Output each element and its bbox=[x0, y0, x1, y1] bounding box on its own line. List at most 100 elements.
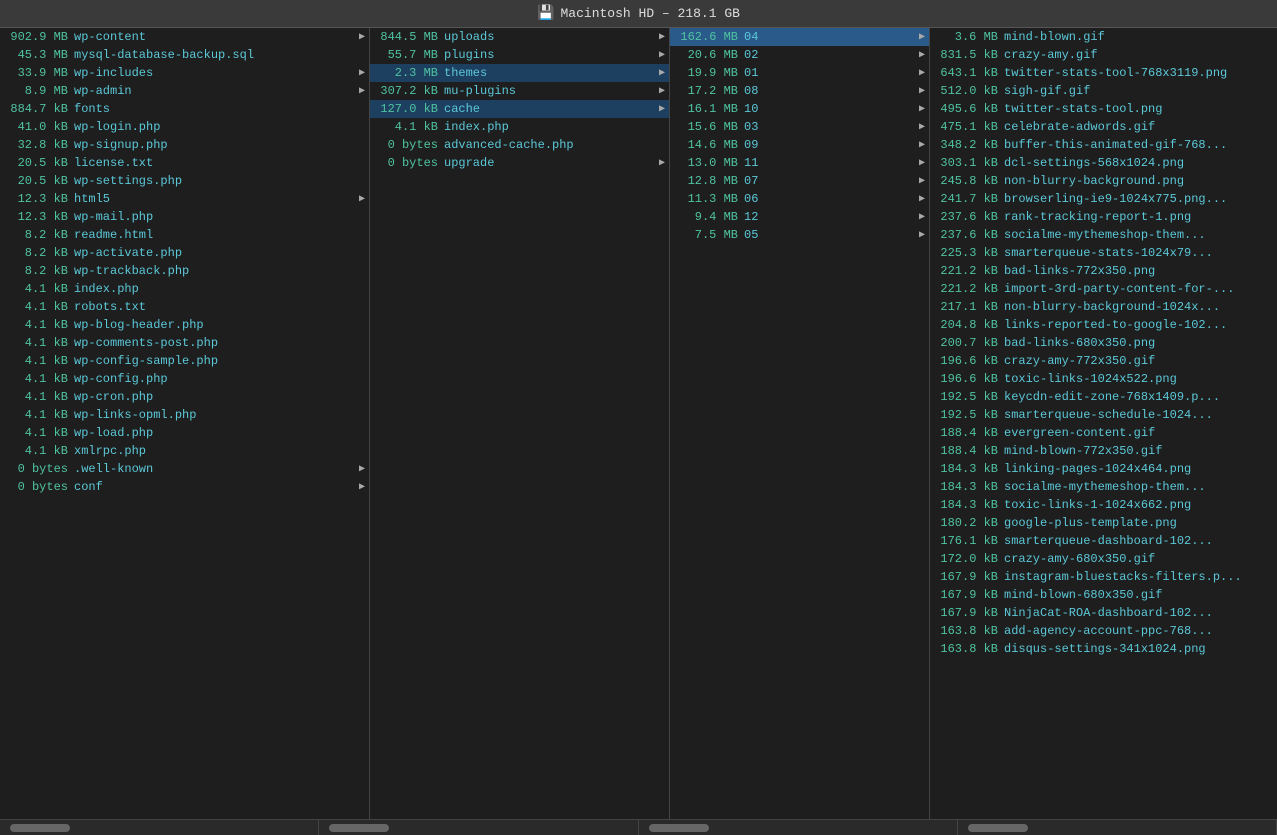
file-row[interactable]: 167.9 kBmind-blown-680x350.gif bbox=[930, 586, 1277, 604]
file-row[interactable]: 221.2 kBimport-3rd-party-content-for-... bbox=[930, 280, 1277, 298]
file-row[interactable]: 11.3 MB06▶ bbox=[670, 190, 929, 208]
file-row[interactable]: 14.6 MB09▶ bbox=[670, 136, 929, 154]
file-row[interactable]: 176.1 kBsmarterqueue-dashboard-102... bbox=[930, 532, 1277, 550]
file-row[interactable]: 884.7 kBfonts bbox=[0, 100, 369, 118]
file-row[interactable]: 4.1 kBwp-links-opml.php bbox=[0, 406, 369, 424]
file-row[interactable]: 4.1 kBwp-load.php bbox=[0, 424, 369, 442]
file-row[interactable]: 844.5 MBuploads▶ bbox=[370, 28, 669, 46]
file-row[interactable]: 33.9 MBwp-includes▶ bbox=[0, 64, 369, 82]
file-row[interactable]: 20.5 kBwp-settings.php bbox=[0, 172, 369, 190]
scrollbar-track-2[interactable] bbox=[319, 820, 638, 835]
file-row[interactable]: 192.5 kBsmarterqueue-schedule-1024... bbox=[930, 406, 1277, 424]
file-row[interactable]: 4.1 kBwp-comments-post.php bbox=[0, 334, 369, 352]
expand-arrow-icon[interactable]: ▶ bbox=[359, 67, 365, 79]
file-row[interactable]: 4.1 kBindex.php bbox=[0, 280, 369, 298]
file-row[interactable]: 4.1 kBrobots.txt bbox=[0, 298, 369, 316]
expand-arrow-icon[interactable]: ▶ bbox=[919, 193, 925, 205]
file-row[interactable]: 12.3 kBwp-mail.php bbox=[0, 208, 369, 226]
expand-arrow-icon[interactable]: ▶ bbox=[919, 49, 925, 61]
expand-arrow-icon[interactable]: ▶ bbox=[919, 31, 925, 43]
file-row[interactable]: 237.6 kBsocialme-mythemeshop-them... bbox=[930, 226, 1277, 244]
file-row[interactable]: 2.3 MBthemes▶ bbox=[370, 64, 669, 82]
expand-arrow-icon[interactable]: ▶ bbox=[659, 157, 665, 169]
file-row[interactable]: 196.6 kBcrazy-amy-772x350.gif bbox=[930, 352, 1277, 370]
file-row[interactable]: 204.8 kBlinks-reported-to-google-102... bbox=[930, 316, 1277, 334]
expand-arrow-icon[interactable]: ▶ bbox=[919, 85, 925, 97]
scrollbar-track-4[interactable] bbox=[958, 820, 1277, 835]
file-row[interactable]: 167.9 kBinstagram-bluestacks-filters.p..… bbox=[930, 568, 1277, 586]
scrollbar-track-3[interactable] bbox=[639, 820, 958, 835]
expand-arrow-icon[interactable]: ▶ bbox=[919, 229, 925, 241]
expand-arrow-icon[interactable]: ▶ bbox=[919, 103, 925, 115]
expand-arrow-icon[interactable]: ▶ bbox=[919, 211, 925, 223]
file-row[interactable]: 0 bytes.well-known▶ bbox=[0, 460, 369, 478]
file-row[interactable]: 17.2 MB08▶ bbox=[670, 82, 929, 100]
file-row[interactable]: 643.1 kBtwitter-stats-tool-768x3119.png bbox=[930, 64, 1277, 82]
file-row[interactable]: 162.6 MB04▶ bbox=[670, 28, 929, 46]
file-row[interactable]: 0 bytesupgrade▶ bbox=[370, 154, 669, 172]
file-row[interactable]: 8.9 MBwp-admin▶ bbox=[0, 82, 369, 100]
expand-arrow-icon[interactable]: ▶ bbox=[359, 463, 365, 475]
file-row[interactable]: 55.7 MBplugins▶ bbox=[370, 46, 669, 64]
file-row[interactable]: 9.4 MB12▶ bbox=[670, 208, 929, 226]
file-row[interactable]: 0 bytesconf▶ bbox=[0, 478, 369, 496]
file-row[interactable]: 8.2 kBreadme.html bbox=[0, 226, 369, 244]
expand-arrow-icon[interactable]: ▶ bbox=[919, 67, 925, 79]
file-row[interactable]: 3.6 MBmind-blown.gif bbox=[930, 28, 1277, 46]
file-row[interactable]: 20.5 kBlicense.txt bbox=[0, 154, 369, 172]
file-row[interactable]: 221.2 kBbad-links-772x350.png bbox=[930, 262, 1277, 280]
file-row[interactable]: 4.1 kBwp-blog-header.php bbox=[0, 316, 369, 334]
file-row[interactable]: 4.1 kBwp-config-sample.php bbox=[0, 352, 369, 370]
expand-arrow-icon[interactable]: ▶ bbox=[659, 67, 665, 79]
expand-arrow-icon[interactable]: ▶ bbox=[659, 31, 665, 43]
file-row[interactable]: 512.0 kBsigh-gif.gif bbox=[930, 82, 1277, 100]
file-row[interactable]: 4.1 kBxmlrpc.php bbox=[0, 442, 369, 460]
expand-arrow-icon[interactable]: ▶ bbox=[919, 175, 925, 187]
file-row[interactable]: 200.7 kBbad-links-680x350.png bbox=[930, 334, 1277, 352]
file-row[interactable]: 475.1 kBcelebrate-adwords.gif bbox=[930, 118, 1277, 136]
expand-arrow-icon[interactable]: ▶ bbox=[919, 157, 925, 169]
file-row[interactable]: 12.8 MB07▶ bbox=[670, 172, 929, 190]
expand-arrow-icon[interactable]: ▶ bbox=[359, 31, 365, 43]
file-row[interactable]: 32.8 kBwp-signup.php bbox=[0, 136, 369, 154]
file-row[interactable]: 163.8 kBadd-agency-account-ppc-768... bbox=[930, 622, 1277, 640]
file-row[interactable]: 4.1 kBwp-config.php bbox=[0, 370, 369, 388]
file-row[interactable]: 19.9 MB01▶ bbox=[670, 64, 929, 82]
file-row[interactable]: 163.8 kBdisqus-settings-341x1024.png bbox=[930, 640, 1277, 658]
expand-arrow-icon[interactable]: ▶ bbox=[359, 193, 365, 205]
file-row[interactable]: 217.1 kBnon-blurry-background-1024x... bbox=[930, 298, 1277, 316]
file-row[interactable]: 8.2 kBwp-trackback.php bbox=[0, 262, 369, 280]
expand-arrow-icon[interactable]: ▶ bbox=[659, 49, 665, 61]
file-row[interactable]: 13.0 MB11▶ bbox=[670, 154, 929, 172]
file-row[interactable]: 15.6 MB03▶ bbox=[670, 118, 929, 136]
file-row[interactable]: 16.1 MB10▶ bbox=[670, 100, 929, 118]
file-row[interactable]: 0 bytesadvanced-cache.php bbox=[370, 136, 669, 154]
file-row[interactable]: 902.9 MBwp-content▶ bbox=[0, 28, 369, 46]
expand-arrow-icon[interactable]: ▶ bbox=[919, 139, 925, 151]
expand-arrow-icon[interactable]: ▶ bbox=[359, 481, 365, 493]
scrollbar-area[interactable] bbox=[0, 819, 1277, 835]
file-row[interactable]: 45.3 MBmysql-database-backup.sql bbox=[0, 46, 369, 64]
file-row[interactable]: 307.2 kBmu-plugins▶ bbox=[370, 82, 669, 100]
file-row[interactable]: 348.2 kBbuffer-this-animated-gif-768... bbox=[930, 136, 1277, 154]
file-row[interactable]: 12.3 kBhtml5▶ bbox=[0, 190, 369, 208]
scrollbar-track-1[interactable] bbox=[0, 820, 319, 835]
file-row[interactable]: 8.2 kBwp-activate.php bbox=[0, 244, 369, 262]
file-row[interactable]: 225.3 kBsmarterqueue-stats-1024x79... bbox=[930, 244, 1277, 262]
file-row[interactable]: 184.3 kBsocialme-mythemeshop-them... bbox=[930, 478, 1277, 496]
file-row[interactable]: 237.6 kBrank-tracking-report-1.png bbox=[930, 208, 1277, 226]
file-row[interactable]: 167.9 kBNinjaCat-ROA-dashboard-102... bbox=[930, 604, 1277, 622]
file-row[interactable]: 7.5 MB05▶ bbox=[670, 226, 929, 244]
expand-arrow-icon[interactable]: ▶ bbox=[919, 121, 925, 133]
expand-arrow-icon[interactable]: ▶ bbox=[359, 85, 365, 97]
file-row[interactable]: 188.4 kBmind-blown-772x350.gif bbox=[930, 442, 1277, 460]
file-row[interactable]: 831.5 kBcrazy-amy.gif bbox=[930, 46, 1277, 64]
file-row[interactable]: 20.6 MB02▶ bbox=[670, 46, 929, 64]
file-row[interactable]: 196.6 kBtoxic-links-1024x522.png bbox=[930, 370, 1277, 388]
file-row[interactable]: 184.3 kBtoxic-links-1-1024x662.png bbox=[930, 496, 1277, 514]
file-row[interactable]: 188.4 kBevergreen-content.gif bbox=[930, 424, 1277, 442]
file-row[interactable]: 180.2 kBgoogle-plus-template.png bbox=[930, 514, 1277, 532]
file-row[interactable]: 41.0 kBwp-login.php bbox=[0, 118, 369, 136]
file-row[interactable]: 184.3 kBlinking-pages-1024x464.png bbox=[930, 460, 1277, 478]
file-row[interactable]: 241.7 kBbrowserling-ie9-1024x775.png... bbox=[930, 190, 1277, 208]
